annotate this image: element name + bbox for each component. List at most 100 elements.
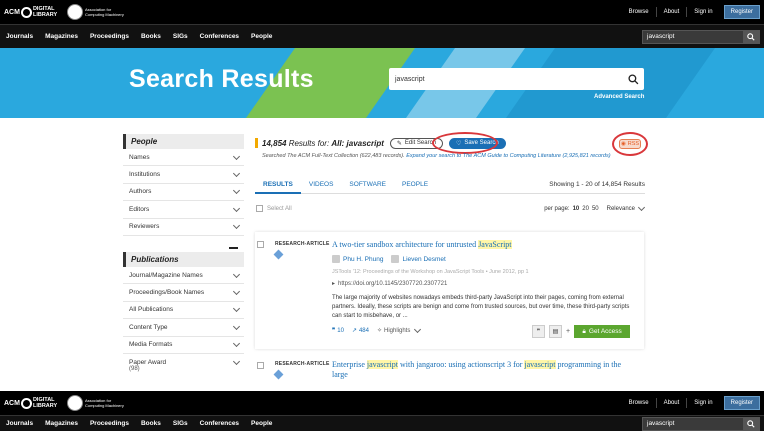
nav-proceedings[interactable]: Proceedings bbox=[90, 33, 129, 40]
sign-in-link[interactable]: Sign in bbox=[686, 7, 719, 17]
select-all-checkbox[interactable] bbox=[256, 205, 263, 212]
acm-badge-icon bbox=[66, 4, 83, 20]
filter-media-formats[interactable]: Media Formats bbox=[123, 337, 244, 354]
result-title[interactable]: Enterprise javascript with jangaroo: usi… bbox=[332, 360, 637, 380]
expand-search-link[interactable]: Expand your search to The ACM Guide to C… bbox=[406, 153, 610, 159]
nav-search-input[interactable]: javascript bbox=[643, 420, 743, 427]
download-count: ↗ 484 bbox=[351, 327, 369, 335]
result-tabs: RESULTS VIDEOS SOFTWARE PEOPLE Showing 1… bbox=[255, 176, 645, 194]
search-icon[interactable] bbox=[743, 29, 759, 44]
lock-icon: 🔒︎ bbox=[582, 327, 586, 335]
tab-results[interactable]: RESULTS bbox=[255, 176, 301, 194]
register-button[interactable]: Register bbox=[723, 396, 760, 410]
browse-link[interactable]: Browse bbox=[622, 398, 656, 408]
result-card: RESEARCH-ARTICLE A two-tier sandbox arch… bbox=[255, 232, 644, 349]
accent-bar bbox=[255, 138, 258, 148]
showing-count: Showing 1 - 20 of 14,854 Results bbox=[549, 181, 645, 188]
about-link[interactable]: About bbox=[655, 7, 687, 17]
save-search-highlight bbox=[432, 132, 498, 154]
banner-search-box: javascript bbox=[389, 68, 644, 90]
about-link[interactable]: About bbox=[655, 398, 687, 408]
bulb-icon: ✧ bbox=[376, 328, 382, 334]
tab-software[interactable]: SOFTWARE bbox=[341, 176, 394, 194]
sort-dropdown[interactable]: Relevance bbox=[607, 203, 646, 212]
metrics-row: ❞ 10 ↗ 484 ✧ Highlights bbox=[332, 325, 428, 335]
nav-conferences[interactable]: Conferences bbox=[200, 420, 239, 427]
acm-assoc-text: Association for Computing Machinery bbox=[84, 398, 124, 408]
chevron-down-icon bbox=[232, 287, 241, 296]
search-icon[interactable] bbox=[622, 73, 644, 85]
top-links: Browse About Sign in Register bbox=[622, 396, 760, 410]
per-page-control: per page: 10 20 50 Relevance bbox=[544, 203, 646, 212]
result-title[interactable]: A two-tier sandbox architecture for untr… bbox=[332, 240, 637, 250]
filter-content-type[interactable]: Content Type bbox=[123, 319, 244, 337]
nav-magazines[interactable]: Magazines bbox=[45, 33, 78, 40]
doi-link[interactable]: ▸ https://doi.org/10.1145/2307720.2307721 bbox=[332, 280, 447, 287]
highlights-toggle[interactable]: ✧ Highlights bbox=[376, 325, 422, 334]
filter-all-publications[interactable]: All Publications bbox=[123, 302, 244, 320]
acm-dl-logo[interactable]: ACM DIGITAL LIBRARY Association for Comp… bbox=[4, 4, 127, 20]
collapse-icon[interactable] bbox=[229, 246, 238, 249]
sticky-nav: Journals Magazines Proceedings Books SIG… bbox=[0, 415, 764, 431]
dl-text: DIGITAL LIBRARY bbox=[32, 6, 58, 18]
nav-sigs[interactable]: SIGs bbox=[173, 33, 188, 40]
nav-magazines[interactable]: Magazines bbox=[45, 420, 78, 427]
register-button[interactable]: Register bbox=[723, 5, 760, 19]
result-checkbox[interactable] bbox=[257, 241, 264, 248]
filter-proceedings-names[interactable]: Proceedings/Book Names bbox=[123, 284, 244, 302]
doi-icon: ▸ bbox=[332, 281, 336, 287]
nav-books[interactable]: Books bbox=[141, 33, 161, 40]
nav-search-box: javascript bbox=[642, 29, 760, 44]
nav-journals[interactable]: Journals bbox=[6, 420, 33, 427]
acm-ring-icon bbox=[20, 6, 32, 18]
chevron-down-icon bbox=[232, 322, 241, 330]
dl-text: DIGITAL LIBRARY bbox=[32, 397, 58, 409]
per-page-20[interactable]: 20 bbox=[582, 206, 589, 212]
search-icon[interactable] bbox=[743, 416, 759, 431]
sign-in-link[interactable]: Sign in bbox=[686, 398, 719, 408]
nav-books[interactable]: Books bbox=[141, 420, 161, 427]
nav-search-input[interactable]: javascript bbox=[643, 33, 743, 40]
tab-videos[interactable]: VIDEOS bbox=[301, 176, 342, 194]
author-link[interactable]: Lieven Desmet bbox=[391, 255, 446, 263]
advanced-search-link[interactable]: Advanced Search bbox=[594, 94, 644, 100]
filter-institutions[interactable]: Institutions bbox=[123, 166, 244, 184]
get-access-button[interactable]: 🔒︎ Get Access bbox=[574, 325, 631, 338]
author-avatar-icon bbox=[332, 255, 340, 263]
top-header: ACM DIGITAL LIBRARY Association for Comp… bbox=[0, 0, 764, 24]
article-type: RESEARCH-ARTICLE bbox=[275, 241, 330, 247]
acm-dl-logo[interactable]: ACM DIGITAL LIBRARY Association for Comp… bbox=[4, 395, 127, 411]
chevron-down-icon bbox=[414, 325, 422, 334]
filter-editors[interactable]: Editors bbox=[123, 201, 244, 219]
nav-conferences[interactable]: Conferences bbox=[200, 33, 239, 40]
banner-search-input[interactable]: javascript bbox=[389, 76, 622, 83]
publication-info[interactable]: JSTools '12: Proceedings of the Workshop… bbox=[332, 269, 632, 275]
tab-people[interactable]: PEOPLE bbox=[394, 176, 436, 194]
browse-link[interactable]: Browse bbox=[622, 7, 656, 17]
author-list: Phu H. Phung Lieven Desmet bbox=[332, 255, 454, 263]
per-page-10[interactable]: 10 bbox=[573, 206, 580, 212]
filter-journal-names[interactable]: Journal/Magazine Names bbox=[123, 267, 244, 285]
top-links: Browse About Sign in Register bbox=[622, 5, 760, 19]
nav-people[interactable]: People bbox=[251, 33, 272, 40]
nav-sigs[interactable]: SIGs bbox=[173, 420, 188, 427]
filter-names[interactable]: Names bbox=[123, 149, 244, 167]
author-link[interactable]: Phu H. Phung bbox=[332, 255, 383, 263]
nav-people[interactable]: People bbox=[251, 420, 272, 427]
author-avatar-icon bbox=[391, 255, 400, 263]
chevron-down-icon bbox=[232, 170, 241, 178]
filter-reviewers[interactable]: Reviewers bbox=[123, 219, 244, 236]
result-count: 14,854 Results for: All: javascript bbox=[262, 138, 384, 148]
nav-proceedings[interactable]: Proceedings bbox=[90, 420, 129, 427]
nav-journals[interactable]: Journals bbox=[6, 33, 33, 40]
cite-quote-icon[interactable]: ❞ bbox=[532, 325, 545, 338]
chevron-down-icon bbox=[232, 222, 241, 230]
filter-authors[interactable]: Authors bbox=[123, 184, 244, 202]
publications-heading: Publications bbox=[123, 251, 244, 267]
result-checkbox[interactable] bbox=[257, 362, 264, 369]
per-page-50[interactable]: 50 bbox=[592, 206, 599, 212]
pencil-icon: ✎ bbox=[396, 140, 402, 147]
folder-icon[interactable]: ▤ bbox=[549, 325, 562, 338]
add-icon[interactable]: + bbox=[566, 328, 570, 335]
acm-text: ACM bbox=[4, 399, 20, 407]
